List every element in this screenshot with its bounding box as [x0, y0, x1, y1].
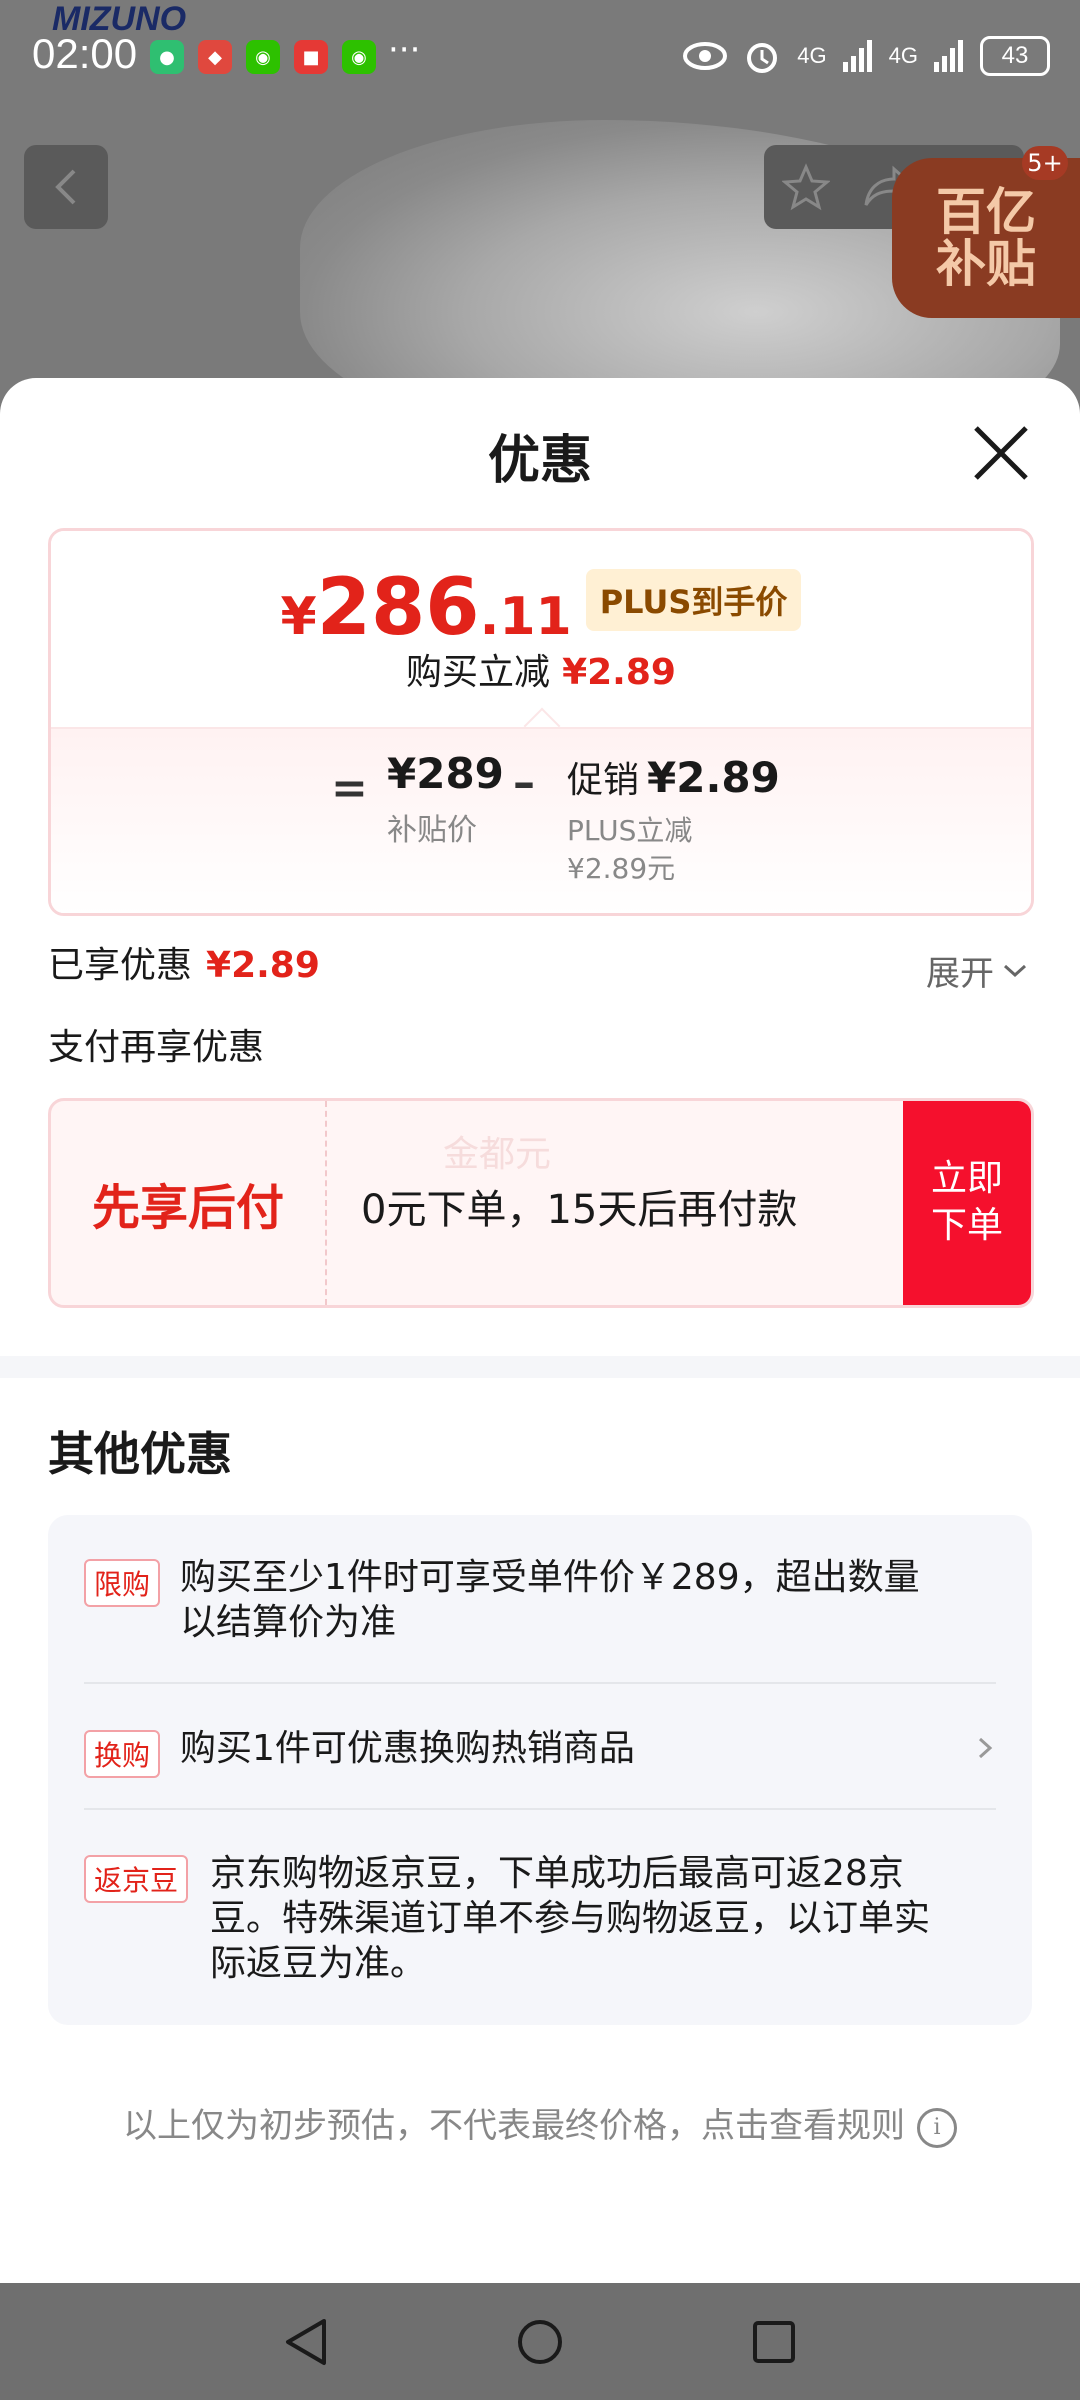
back-triangle-icon[interactable]: [284, 2317, 328, 2367]
battery-indicator: 43: [980, 36, 1050, 76]
enjoyed-discount-label: 已享优惠: [48, 945, 193, 986]
chevron-right-icon[interactable]: [974, 1737, 996, 1759]
promotion-label: 促销: [567, 760, 640, 801]
pay-again-title: 支付再享优惠: [48, 1027, 265, 1068]
promotion-value: ¥2.89: [647, 753, 780, 802]
subsidy-price: ¥289: [387, 749, 504, 798]
rules-footnote[interactable]: 以上仅为初步预估，不代表最终价格，点击查看规则 i: [0, 2098, 1080, 2148]
network-type: 4G: [888, 43, 918, 68]
instant-discount-label: 购买立减: [406, 652, 551, 693]
jingdou-rebate-tag: 返京豆: [84, 1855, 189, 1903]
list-item-text: 豆。特殊渠道订单不参与购物返豆，以订单实: [210, 1898, 931, 1939]
subsidy-price-label: 补贴价: [387, 813, 477, 848]
final-price-section: ¥ 286 .11 PLUS到手价 购买立减 ¥2.89: [51, 531, 1031, 727]
expand-button[interactable]: 展开: [926, 946, 1028, 995]
price-breakdown-card: ¥ 286 .11 PLUS到手价 购买立减 ¥2.89 = ¥289 补贴价 –…: [48, 528, 1034, 916]
list-divider: [84, 1808, 996, 1810]
price-integer: 286: [316, 563, 480, 653]
price-formula-section: = ¥289 补贴价 – 促销 ¥2.89 PLUS立减 ¥2.89元: [51, 727, 1031, 913]
status-indicators: 4G 4G 43: [683, 36, 1050, 76]
signal-icon: [934, 40, 963, 72]
other-discounts-title: 其他优惠: [48, 1427, 232, 1481]
wechat-icon: ◉: [342, 40, 376, 74]
exchange-purchase-tag: 换购: [84, 1730, 161, 1778]
footnote-text: 以上仅为初步预估，不代表最终价格，点击查看规则: [123, 2106, 905, 2146]
info-icon[interactable]: i: [917, 2107, 957, 2148]
list-divider: [84, 1682, 996, 1684]
expand-label: 展开: [926, 954, 994, 994]
alarm-icon: [747, 43, 778, 73]
promotion-detail-value: ¥2.89元: [567, 852, 676, 885]
status-app-icons: ● ◆ ◉ ■ ◉: [150, 40, 376, 74]
bnpl-title: 先享后付: [51, 1101, 327, 1305]
enjoyed-discount: 已享优惠 ¥2.89: [48, 936, 320, 988]
status-time: 02:00: [32, 30, 138, 77]
instant-discount: 购买立减 ¥2.89: [51, 643, 1031, 695]
subsidy-badge: 5+: [1022, 146, 1068, 180]
bnpl-watermark: 金都元: [443, 1134, 552, 1175]
buy-now-pay-later-card[interactable]: 先享后付 金都元 0元下单，15天后再付款 立即 下单: [48, 1098, 1034, 1308]
section-divider: [0, 1356, 1080, 1378]
plus-price-tag: PLUS到手价: [585, 569, 802, 631]
status-bar: 02:00 ● ◆ ◉ ■ ◉ ··· 4G 4G 43: [0, 0, 1080, 115]
back-button[interactable]: [24, 145, 108, 229]
network-type: 4G: [797, 43, 827, 68]
subsidy-tag-line2: 补贴: [936, 235, 1036, 293]
subsidy-tag-line1: 百亿: [936, 182, 1036, 241]
list-item-text[interactable]: 购买1件可优惠换购热销商品: [180, 1726, 635, 1771]
discount-sheet: 优惠 ¥ 286 .11 PLUS到手价 购买立减 ¥2.89 = ¥289 补贴…: [0, 378, 1080, 2283]
chevron-down-icon: [1003, 964, 1027, 977]
instant-discount-value: ¥2.89: [562, 652, 676, 693]
sheet-title: 优惠: [487, 431, 592, 491]
signal-icon: [842, 40, 872, 72]
app-notification-icon: ●: [150, 40, 184, 74]
order-now-label: 立即 下单: [930, 1158, 1003, 1246]
list-item-text: 以结算价为准: [180, 1602, 397, 1643]
app-notification-icon: ◆: [198, 40, 232, 74]
star-icon[interactable]: [782, 163, 830, 211]
wechat-icon: ◉: [246, 40, 280, 74]
other-discounts-list: 限购 购买至少1件时可享受单件价￥289，超出数量 以结算价为准 换购 购买1件…: [48, 1515, 1032, 2025]
enjoyed-discount-value: ¥2.89: [206, 945, 320, 986]
promotion: 促销 ¥2.89: [567, 751, 780, 803]
recents-square-icon[interactable]: [752, 2320, 796, 2364]
final-price: ¥ 286 .11 PLUS到手价: [51, 563, 1031, 653]
list-item-text: 京东购物返京豆，下单成功后最高可返28京: [210, 1853, 904, 1894]
home-circle-icon[interactable]: [516, 2318, 564, 2366]
system-navigation-bar: [0, 2283, 1080, 2400]
limit-purchase-tag: 限购: [84, 1559, 161, 1607]
minus-sign: –: [513, 757, 535, 808]
more-notifications-icon: ···: [388, 30, 421, 70]
close-icon[interactable]: [968, 420, 1034, 486]
product-page-background: MIZUNO 02:00 ● ◆ ◉ ■ ◉ ··· 4G 4G 43 百亿 补…: [0, 0, 1080, 420]
subsidy-tag[interactable]: 百亿 补贴: [892, 158, 1080, 318]
promotion-detail-label: PLUS立减: [567, 814, 693, 847]
chevron-left-icon: [55, 169, 76, 205]
price-decimal: .11: [479, 587, 572, 647]
list-item-text: 际返豆为准。: [210, 1943, 427, 1984]
equals-sign: =: [331, 763, 368, 814]
mail-icon: ■: [294, 40, 328, 74]
bnpl-description: 0元下单，15天后再付款: [361, 1187, 798, 1233]
list-item-text: 购买至少1件时可享受单件价￥289，超出数量: [180, 1557, 920, 1598]
eye-icon: [683, 42, 728, 70]
order-now-button[interactable]: 立即 下单: [903, 1101, 1031, 1305]
price-currency: ¥: [280, 587, 317, 647]
